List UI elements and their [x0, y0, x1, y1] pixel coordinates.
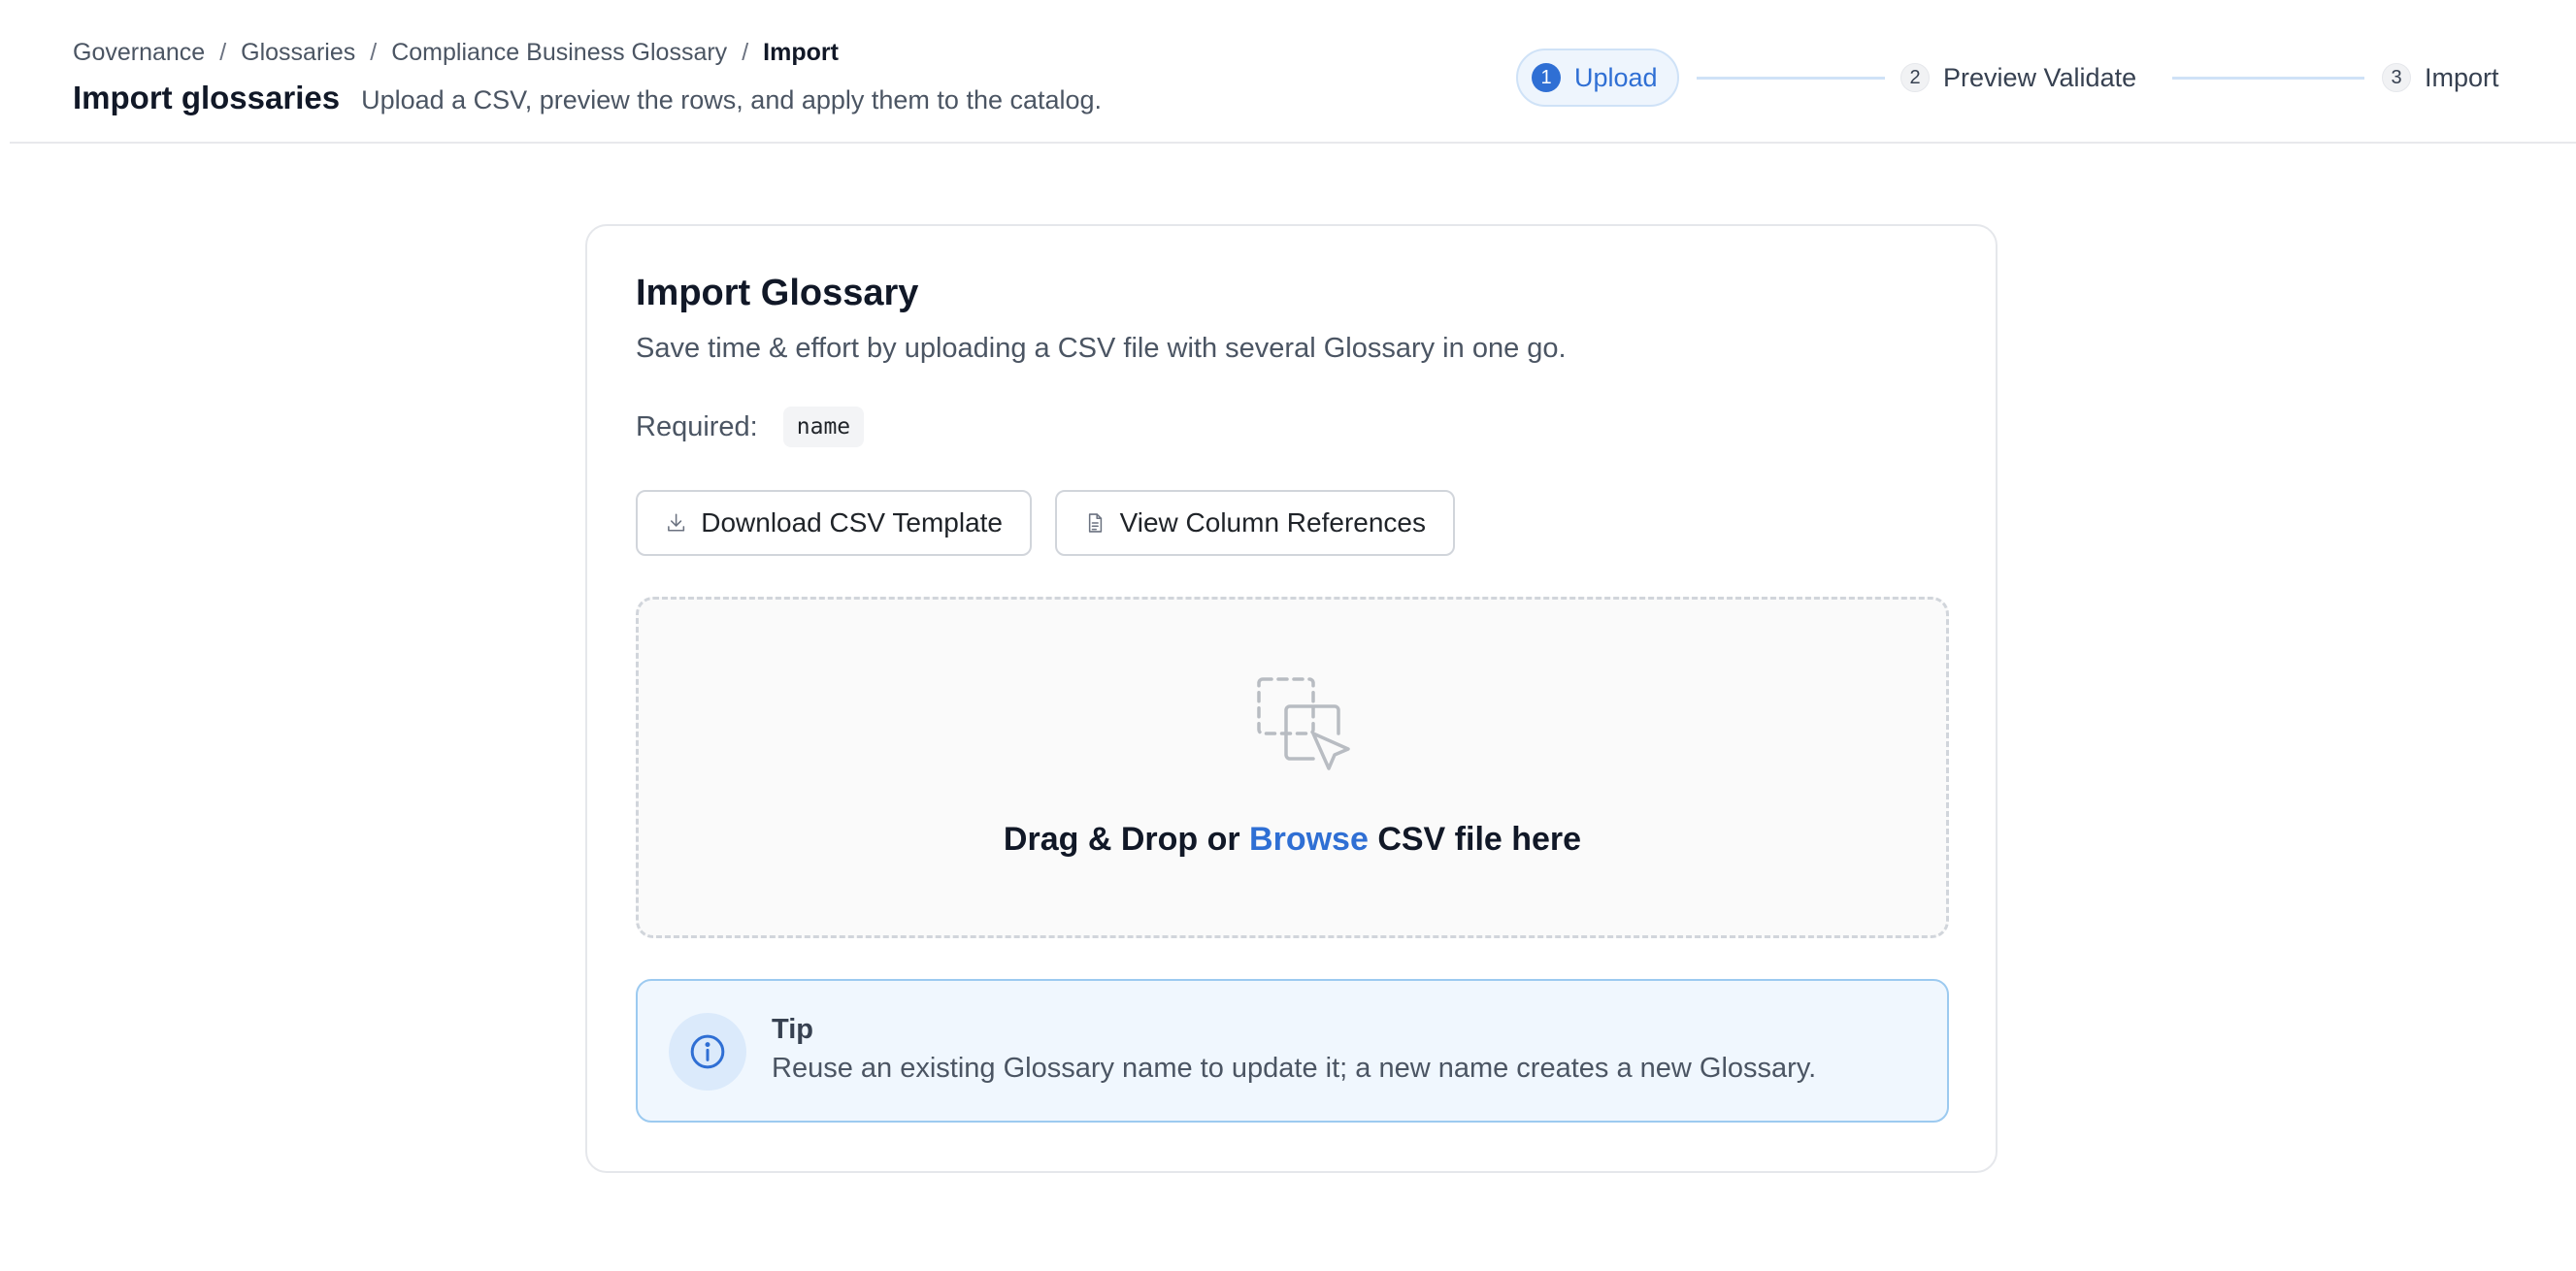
step-label: Upload — [1574, 62, 1658, 92]
view-column-references-button[interactable]: View Column References — [1055, 490, 1455, 556]
required-label: Required: — [636, 410, 758, 442]
breadcrumb-item-glossaries[interactable]: Glossaries — [241, 39, 355, 67]
download-icon — [668, 513, 685, 532]
csv-dropzone[interactable]: Drag & Drop or Browse CSV file here — [636, 597, 1949, 938]
dropzone-suffix: CSV file here — [1377, 821, 1582, 858]
drag-drop-icon — [1257, 677, 1350, 770]
step-number: 3 — [2382, 63, 2411, 92]
required-fields: Required: name — [636, 407, 865, 447]
breadcrumb-item-glossary[interactable]: Compliance Business Glossary — [391, 39, 727, 67]
breadcrumb: Governance / Glossaries / Compliance Bus… — [73, 39, 839, 67]
page-header: Governance / Glossaries / Compliance Bus… — [10, 0, 2576, 144]
title-row: Import glossaries Upload a CSV, preview … — [73, 80, 1102, 116]
page-title: Import glossaries — [73, 80, 341, 115]
import-card: Import Glossary Save time & effort by up… — [585, 224, 1998, 1173]
view-column-references-label: View Column References — [1119, 507, 1426, 538]
info-icon-badge — [669, 1013, 746, 1091]
breadcrumb-separator: / — [742, 39, 749, 66]
step-number: 2 — [1900, 63, 1930, 92]
card-title: Import Glossary — [636, 273, 919, 313]
browse-link[interactable]: Browse — [1249, 821, 1369, 858]
step-number: 1 — [1532, 63, 1561, 92]
step-preview-validate[interactable]: 2 Preview Validate — [1900, 49, 2136, 107]
step-import[interactable]: 3 Import — [2382, 49, 2499, 107]
breadcrumb-separator: / — [370, 39, 378, 66]
step-connector — [2172, 77, 2364, 80]
breadcrumb-current: Import — [763, 39, 839, 66]
download-csv-template-label: Download CSV Template — [701, 507, 1003, 538]
step-label: Preview Validate — [1943, 62, 2137, 92]
dropzone-text: Drag & Drop or Browse CSV file here — [639, 821, 1946, 859]
tip-text: Reuse an existing Glossary name to updat… — [772, 1053, 1817, 1084]
document-icon — [1088, 513, 1103, 533]
step-connector — [1697, 77, 1885, 80]
page-subtitle: Upload a CSV, preview the rows, and appl… — [361, 85, 1103, 114]
download-csv-template-button[interactable]: Download CSV Template — [636, 490, 1032, 556]
step-label: Import — [2425, 62, 2499, 92]
tip-title: Tip — [772, 1014, 813, 1045]
card-description: Save time & effort by uploading a CSV fi… — [636, 333, 1567, 364]
tip-banner: Tip Reuse an existing Glossary name to u… — [636, 979, 1949, 1123]
import-stepper: 1 Upload 2 Preview Validate 3 Import — [1516, 49, 2506, 107]
step-upload[interactable]: 1 Upload — [1516, 49, 1679, 107]
breadcrumb-item-governance[interactable]: Governance — [73, 39, 205, 67]
info-icon — [690, 1034, 725, 1069]
breadcrumb-separator: / — [219, 39, 227, 66]
required-field-chip: name — [782, 407, 865, 447]
dropzone-prefix: Drag & Drop or — [1003, 821, 1240, 858]
